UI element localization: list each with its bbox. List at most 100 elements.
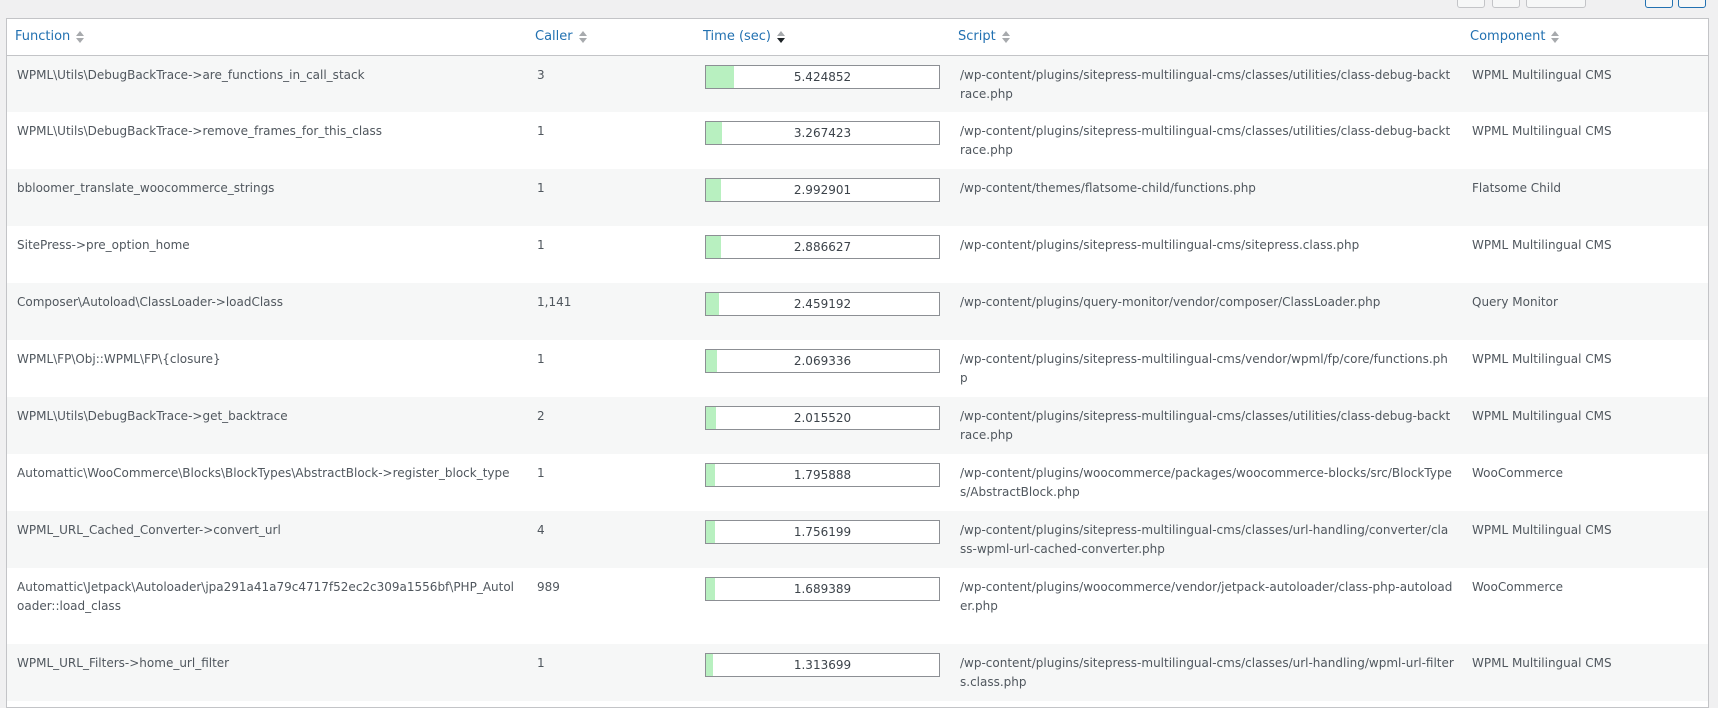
time-cell: 2.886627	[695, 226, 950, 283]
component-cell: WPML Multilingual CMS	[1472, 352, 1612, 366]
component-cell: Query Monitor	[1472, 295, 1558, 309]
time-cell: 2.992901	[695, 169, 950, 226]
sort-icon	[76, 30, 85, 43]
pagination-last-button[interactable]	[1678, 0, 1706, 8]
caller-cell: 4	[537, 523, 545, 537]
time-bar: 2.459192	[705, 292, 940, 316]
function-cell: WPML\FP\Obj::WPML\FP\{closure}	[17, 352, 221, 366]
table-row: WPML_URL_Filters->home_url_filter 1 1.3136…	[7, 644, 1708, 701]
script-cell: /wp-content/plugins/sitepress-multilingu…	[960, 124, 1451, 157]
pagination-next-button[interactable]	[1645, 0, 1673, 8]
function-cell: WPML_URL_Filters->home_url_filter	[17, 656, 230, 670]
time-bar: 2.015520	[705, 406, 940, 430]
time-bar: 2.886627	[705, 235, 940, 259]
function-cell: Composer\Autoload\ClassLoader->loadClass	[17, 295, 284, 309]
time-value: 2.886627	[793, 240, 852, 254]
time-value: 2.992901	[793, 183, 852, 197]
function-cell: WPML\Utils\DebugBackTrace->are_functions…	[17, 67, 365, 82]
functions-table: Function Caller Time (sec) Script Compon…	[7, 19, 1708, 701]
script-cell: /wp-content/plugins/sitepress-multilingu…	[960, 523, 1449, 556]
caller-cell: 1	[537, 238, 545, 252]
time-cell: 3.267423	[695, 112, 950, 169]
time-cell: 1.756199	[695, 511, 950, 568]
time-cell: 1.689389	[695, 568, 950, 644]
caller-cell: 1	[537, 181, 545, 195]
script-cell: /wp-content/plugins/sitepress-multilingu…	[960, 409, 1451, 442]
time-value: 1.689389	[793, 582, 852, 596]
time-bar: 2.992901	[705, 178, 940, 202]
table-row: Composer\Autoload\ClassLoader->loadClass…	[7, 283, 1708, 340]
script-cell: /wp-content/plugins/woocommerce/packages…	[960, 466, 1452, 499]
time-bar: 3.267423	[705, 121, 940, 145]
column-header-label: Function	[15, 29, 71, 45]
component-cell: WooCommerce	[1472, 466, 1563, 480]
table-row: WPML\Utils\DebugBackTrace->get_backtrace…	[7, 397, 1708, 454]
function-cell: Automattic\Jetpack\Autoloader\jpa291a41a…	[17, 580, 515, 613]
component-cell: WPML Multilingual CMS	[1472, 67, 1612, 82]
caller-cell: 989	[537, 580, 560, 594]
top-toolbar	[0, 0, 1718, 18]
column-header-label: Script	[958, 29, 996, 45]
table-row: Automattic\WooCommerce\Blocks\BlockTypes…	[7, 454, 1708, 511]
time-bar: 1.756199	[705, 520, 940, 544]
column-header-label: Caller	[535, 29, 573, 45]
function-cell: Automattic\WooCommerce\Blocks\BlockTypes…	[17, 466, 510, 480]
script-cell: /wp-content/plugins/woocommerce/vendor/j…	[960, 580, 1453, 613]
column-header-label: Time (sec)	[703, 29, 772, 45]
table-row: bbloomer_translate_woocommerce_strings 1 2…	[7, 169, 1708, 226]
column-header-time[interactable]: Time (sec)	[695, 19, 950, 56]
time-value: 2.459192	[793, 297, 852, 311]
table-row: WPML\Utils\DebugBackTrace->are_functions…	[7, 55, 1708, 112]
component-cell: WPML Multilingual CMS	[1472, 523, 1612, 537]
component-cell: WPML Multilingual CMS	[1472, 409, 1612, 423]
script-cell: /wp-content/plugins/sitepress-multilingu…	[960, 656, 1454, 689]
time-bar: 1.689389	[705, 577, 940, 601]
column-header-caller[interactable]: Caller	[527, 19, 695, 56]
column-header-script[interactable]: Script	[950, 19, 1462, 56]
caller-cell: 1	[537, 656, 545, 670]
time-cell: 2.015520	[695, 397, 950, 454]
table-row: SitePress->pre_option_home 1 2.886627/wp-c…	[7, 226, 1708, 283]
function-cell: SitePress->pre_option_home	[17, 238, 190, 252]
time-cell: 2.459192	[695, 283, 950, 340]
caller-cell: 3	[537, 67, 545, 82]
time-cell: 1.313699	[695, 644, 950, 701]
script-cell: /wp-content/themes/flatsome-child/functi…	[960, 181, 1256, 195]
table-row: WPML_URL_Cached_Converter->convert_url 4 1…	[7, 511, 1708, 568]
component-cell: WPML Multilingual CMS	[1472, 238, 1612, 252]
script-cell: /wp-content/plugins/query-monitor/vendor…	[960, 295, 1381, 309]
caller-cell: 2	[537, 409, 545, 423]
table-row: WPML\FP\Obj::WPML\FP\{closure} 1 2.069336 /…	[7, 340, 1708, 397]
function-cell: WPML\Utils\DebugBackTrace->remove_frames…	[17, 124, 383, 138]
caller-cell: 1	[537, 466, 545, 480]
time-cell: 1.795888	[695, 454, 950, 511]
script-cell: /wp-content/plugins/sitepress-multilingu…	[960, 352, 1448, 385]
page-number-input[interactable]	[1526, 0, 1586, 8]
column-header-component[interactable]: Component	[1462, 19, 1708, 56]
script-cell: /wp-content/plugins/sitepress-multilingu…	[960, 67, 1451, 101]
time-value: 2.069336	[793, 354, 852, 368]
functions-table-panel: Function Caller Time (sec) Script Compon…	[6, 18, 1709, 708]
table-body: WPML\Utils\DebugBackTrace->are_functions…	[7, 55, 1708, 701]
pagination-first-button[interactable]	[1457, 0, 1485, 8]
caller-cell: 1,141	[537, 295, 572, 309]
time-bar: 5.424852	[705, 64, 940, 89]
component-cell: WPML Multilingual CMS	[1472, 656, 1612, 670]
sort-icon	[1551, 30, 1560, 43]
table-header-row: Function Caller Time (sec) Script Compon…	[7, 19, 1708, 56]
column-header-function[interactable]: Function	[7, 19, 527, 56]
pagination-prev-button[interactable]	[1492, 0, 1520, 8]
sort-icon	[578, 30, 587, 43]
table-row: WPML\Utils\DebugBackTrace->remove_frames…	[7, 112, 1708, 169]
caller-cell: 1	[537, 352, 545, 366]
time-value: 1.313699	[793, 658, 852, 672]
sort-descending-icon	[777, 30, 786, 43]
script-cell: /wp-content/plugins/sitepress-multilingu…	[960, 238, 1360, 252]
caller-cell: 1	[537, 124, 545, 138]
time-value: 3.267423	[793, 126, 852, 140]
time-value: 1.795888	[793, 468, 852, 482]
component-cell: WooCommerce	[1472, 580, 1563, 594]
function-cell: bbloomer_translate_woocommerce_strings	[17, 181, 275, 195]
column-header-label: Component	[1470, 29, 1546, 45]
time-cell: 2.069336	[695, 340, 950, 397]
